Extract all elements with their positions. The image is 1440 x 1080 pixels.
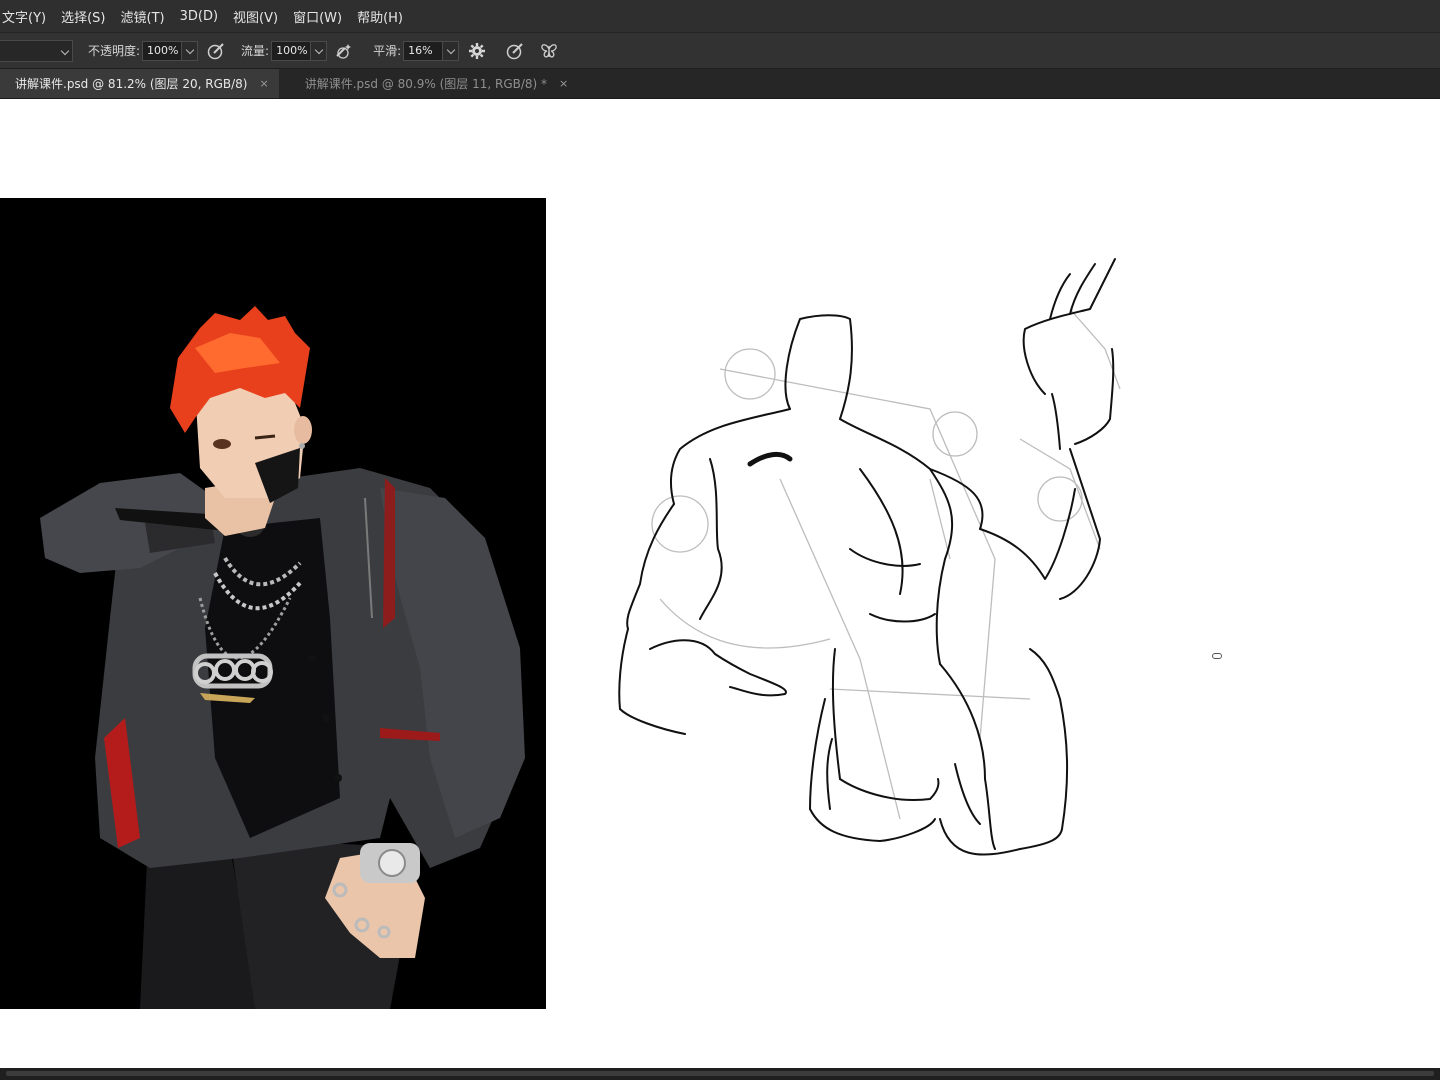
horizontal-scrollbar[interactable] [0, 1068, 1440, 1080]
options-bar: 不透明度: 100% 流量: 100% 平滑: 16% [0, 33, 1440, 69]
close-icon[interactable]: × [260, 77, 269, 90]
tab-document-2[interactable]: 讲解课件.psd @ 80.9% (图层 11, RGB/8) * × [279, 69, 579, 98]
chevron-down-icon [314, 45, 324, 54]
flow-label: 流量: [241, 44, 270, 58]
pressure-size-icon[interactable] [504, 40, 526, 62]
tab-label: 讲解课件.psd @ 81.2% (图层 20, RGB/8) [15, 77, 248, 91]
opacity-label: 不透明度: [88, 44, 141, 58]
anatomy-sketch [618, 258, 1121, 856]
scrollbar-thumb[interactable] [6, 1071, 1434, 1076]
smoothing-input[interactable]: 16% [403, 40, 444, 61]
opacity-dropdown[interactable] [182, 40, 199, 61]
reference-figure-drawing [40, 306, 525, 1009]
menu-view[interactable]: 视图(V) [233, 7, 286, 26]
close-icon[interactable]: × [559, 77, 568, 90]
smoothing-dropdown[interactable] [443, 40, 460, 61]
pressure-opacity-icon[interactable] [205, 40, 227, 62]
brush-cursor [1212, 653, 1222, 659]
chevron-down-icon [446, 45, 456, 54]
chevron-down-icon [185, 45, 195, 54]
settings-gear-icon[interactable] [466, 40, 488, 62]
tab-document-1[interactable]: 讲解课件.psd @ 81.2% (图层 20, RGB/8) × [0, 69, 279, 98]
flow-input[interactable]: 100% [271, 40, 312, 61]
menu-window[interactable]: 窗口(W) [293, 7, 350, 26]
opacity-input[interactable]: 100% [142, 40, 183, 61]
symmetry-butterfly-icon[interactable] [538, 40, 560, 62]
menu-3d[interactable]: 3D(D) [180, 9, 226, 24]
document-canvas[interactable] [0, 99, 1440, 1068]
smoothing-label: 平滑: [373, 44, 402, 58]
document-tab-bar: 讲解课件.psd @ 81.2% (图层 20, RGB/8) × 讲解课件.p… [0, 69, 1440, 99]
chevron-down-icon [60, 46, 70, 55]
brush-mode-select[interactable] [0, 39, 73, 62]
menu-type[interactable]: 文字(Y) [2, 7, 54, 26]
menu-filter[interactable]: 滤镜(T) [121, 7, 173, 26]
menu-bar: 文字(Y) 选择(S) 滤镜(T) 3D(D) 视图(V) 窗口(W) 帮助(H… [0, 0, 1440, 33]
reference-illustration [0, 198, 546, 1009]
flow-dropdown[interactable] [311, 40, 328, 61]
menu-help[interactable]: 帮助(H) [357, 7, 411, 26]
tab-label: 讲解课件.psd @ 80.9% (图层 11, RGB/8) * [304, 77, 548, 91]
menu-select[interactable]: 选择(S) [61, 7, 113, 26]
airbrush-icon[interactable] [333, 40, 355, 62]
